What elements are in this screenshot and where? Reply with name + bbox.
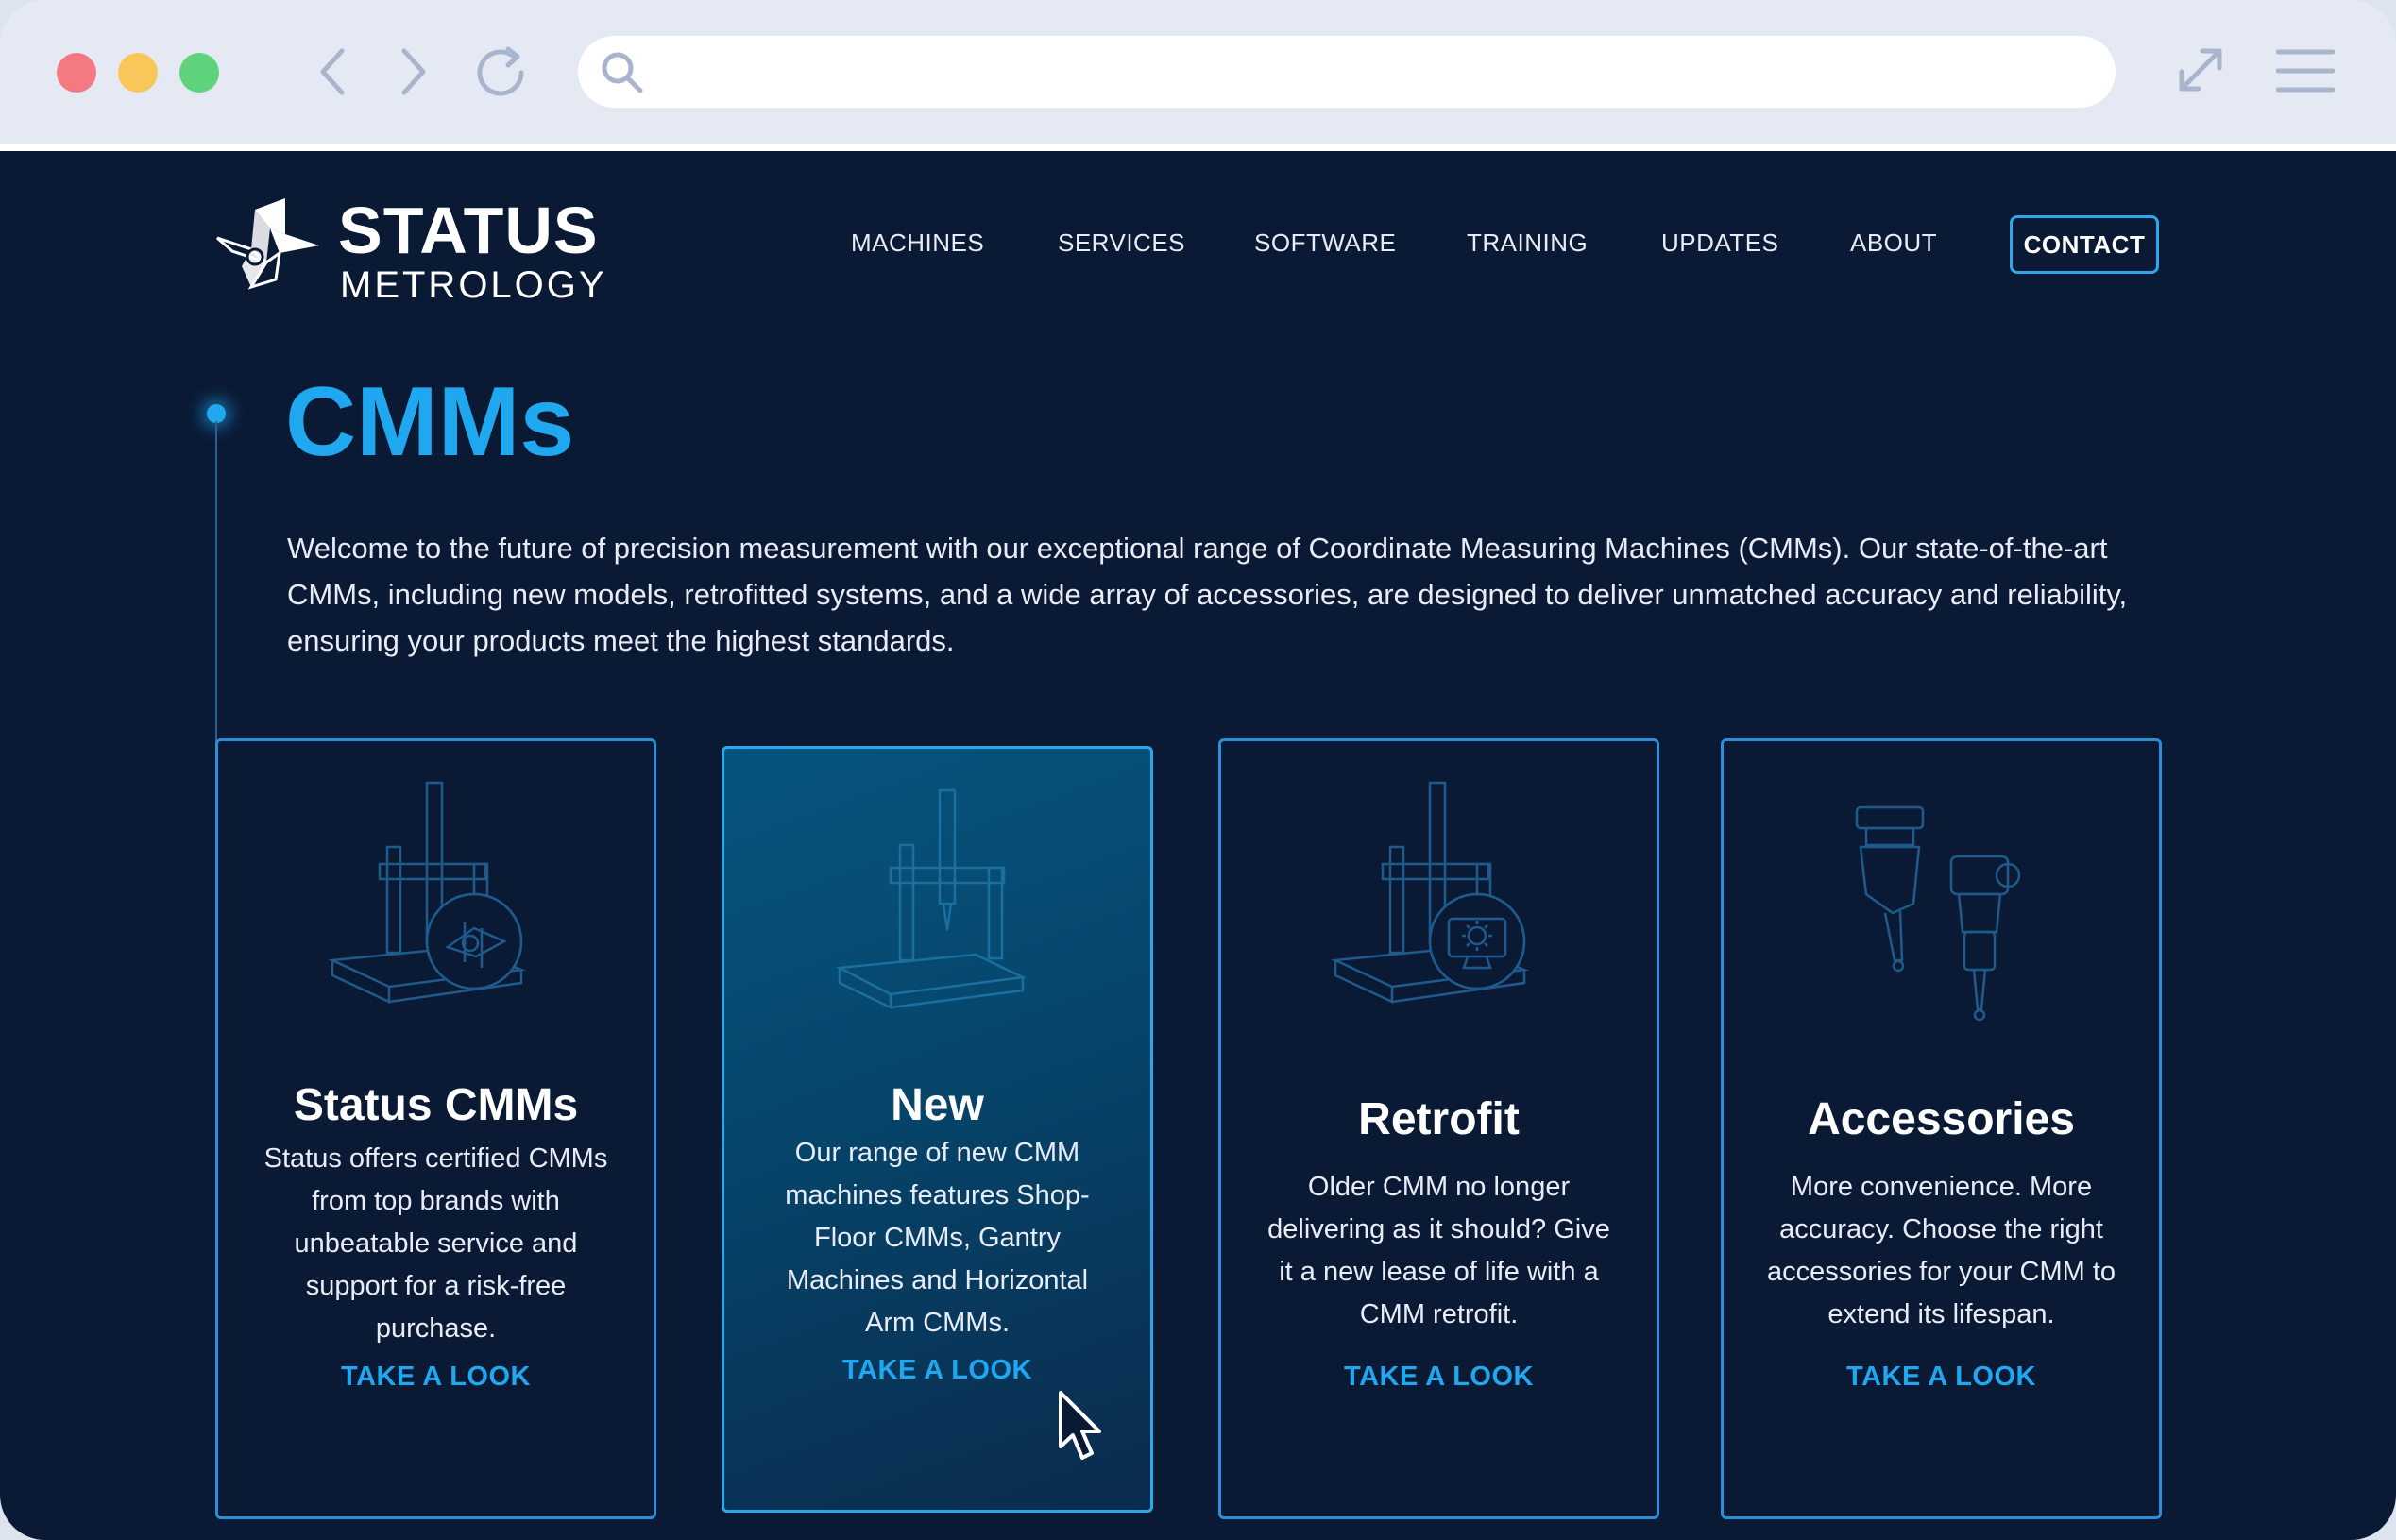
address-input[interactable] — [654, 45, 2093, 100]
cmm-retrofit-icon — [1221, 781, 1657, 1017]
card-description: Status offers certified CMMs from top br… — [263, 1143, 608, 1344]
nav-services[interactable]: SERVICES — [1058, 228, 1185, 258]
card-retrofit[interactable]: Retrofit Older CMM no longer delivering … — [1218, 738, 1659, 1519]
logo-wordmark-bottom: METROLOGY — [340, 264, 607, 306]
nav-training[interactable]: TRAINING — [1467, 228, 1588, 258]
cmm-certified-icon — [218, 781, 654, 1017]
section-marker-dot — [207, 404, 226, 423]
web-page: STATUS METROLOGY MACHINES SERVICES SOFTW… — [0, 151, 2396, 1540]
browser-window: STATUS METROLOGY MACHINES SERVICES SOFTW… — [0, 0, 2396, 1540]
take-a-look-link[interactable]: TAKE A LOOK — [218, 1362, 654, 1393]
card-description: Older CMM no longer delivering as it sho… — [1267, 1172, 1610, 1329]
nav-software[interactable]: SOFTWARE — [1254, 228, 1396, 258]
card-title: New — [891, 1080, 984, 1130]
take-a-look-link[interactable]: TAKE A LOOK — [1724, 1362, 2159, 1393]
nav-machines[interactable]: MACHINES — [851, 228, 984, 258]
minimize-window-button[interactable] — [118, 53, 158, 93]
card-description: Our range of new CMM machines features S… — [785, 1138, 1090, 1338]
cmm-machine-icon — [724, 788, 1150, 1015]
card-title: Status CMMs — [293, 1080, 579, 1130]
maximize-window-button[interactable] — [179, 53, 219, 93]
chrome-divider — [0, 144, 2396, 151]
back-icon[interactable] — [315, 45, 349, 98]
nav-updates[interactable]: UPDATES — [1661, 228, 1778, 258]
contact-button[interactable]: CONTACT — [2010, 215, 2159, 274]
card-description: More convenience. More accuracy. Choose … — [1766, 1172, 2116, 1329]
browser-toolbar — [0, 0, 2396, 149]
mouse-pointer-icon — [1058, 1390, 1105, 1466]
card-title: Retrofit — [1358, 1094, 1520, 1144]
take-a-look-link[interactable]: TAKE A LOOK — [724, 1355, 1150, 1386]
close-window-button[interactable] — [57, 53, 96, 93]
address-bar[interactable] — [578, 36, 2116, 108]
page-title: CMMs — [285, 367, 575, 477]
search-icon — [599, 49, 646, 101]
reload-icon[interactable] — [470, 42, 533, 104]
probe-accessories-icon — [1724, 800, 2159, 1026]
intro-paragraph: Welcome to the future of precision measu… — [287, 532, 2128, 657]
card-status-cmms[interactable]: Status CMMs Status offers certified CMMs… — [215, 738, 656, 1519]
card-accessories[interactable]: Accessories More convenience. More accur… — [1721, 738, 2162, 1519]
expand-icon[interactable] — [2174, 43, 2227, 96]
menu-icon[interactable] — [2276, 47, 2335, 94]
take-a-look-link[interactable]: TAKE A LOOK — [1221, 1362, 1657, 1393]
nav-about[interactable]: ABOUT — [1850, 228, 1937, 258]
card-title: Accessories — [1808, 1094, 2075, 1144]
forward-icon[interactable] — [397, 45, 431, 98]
